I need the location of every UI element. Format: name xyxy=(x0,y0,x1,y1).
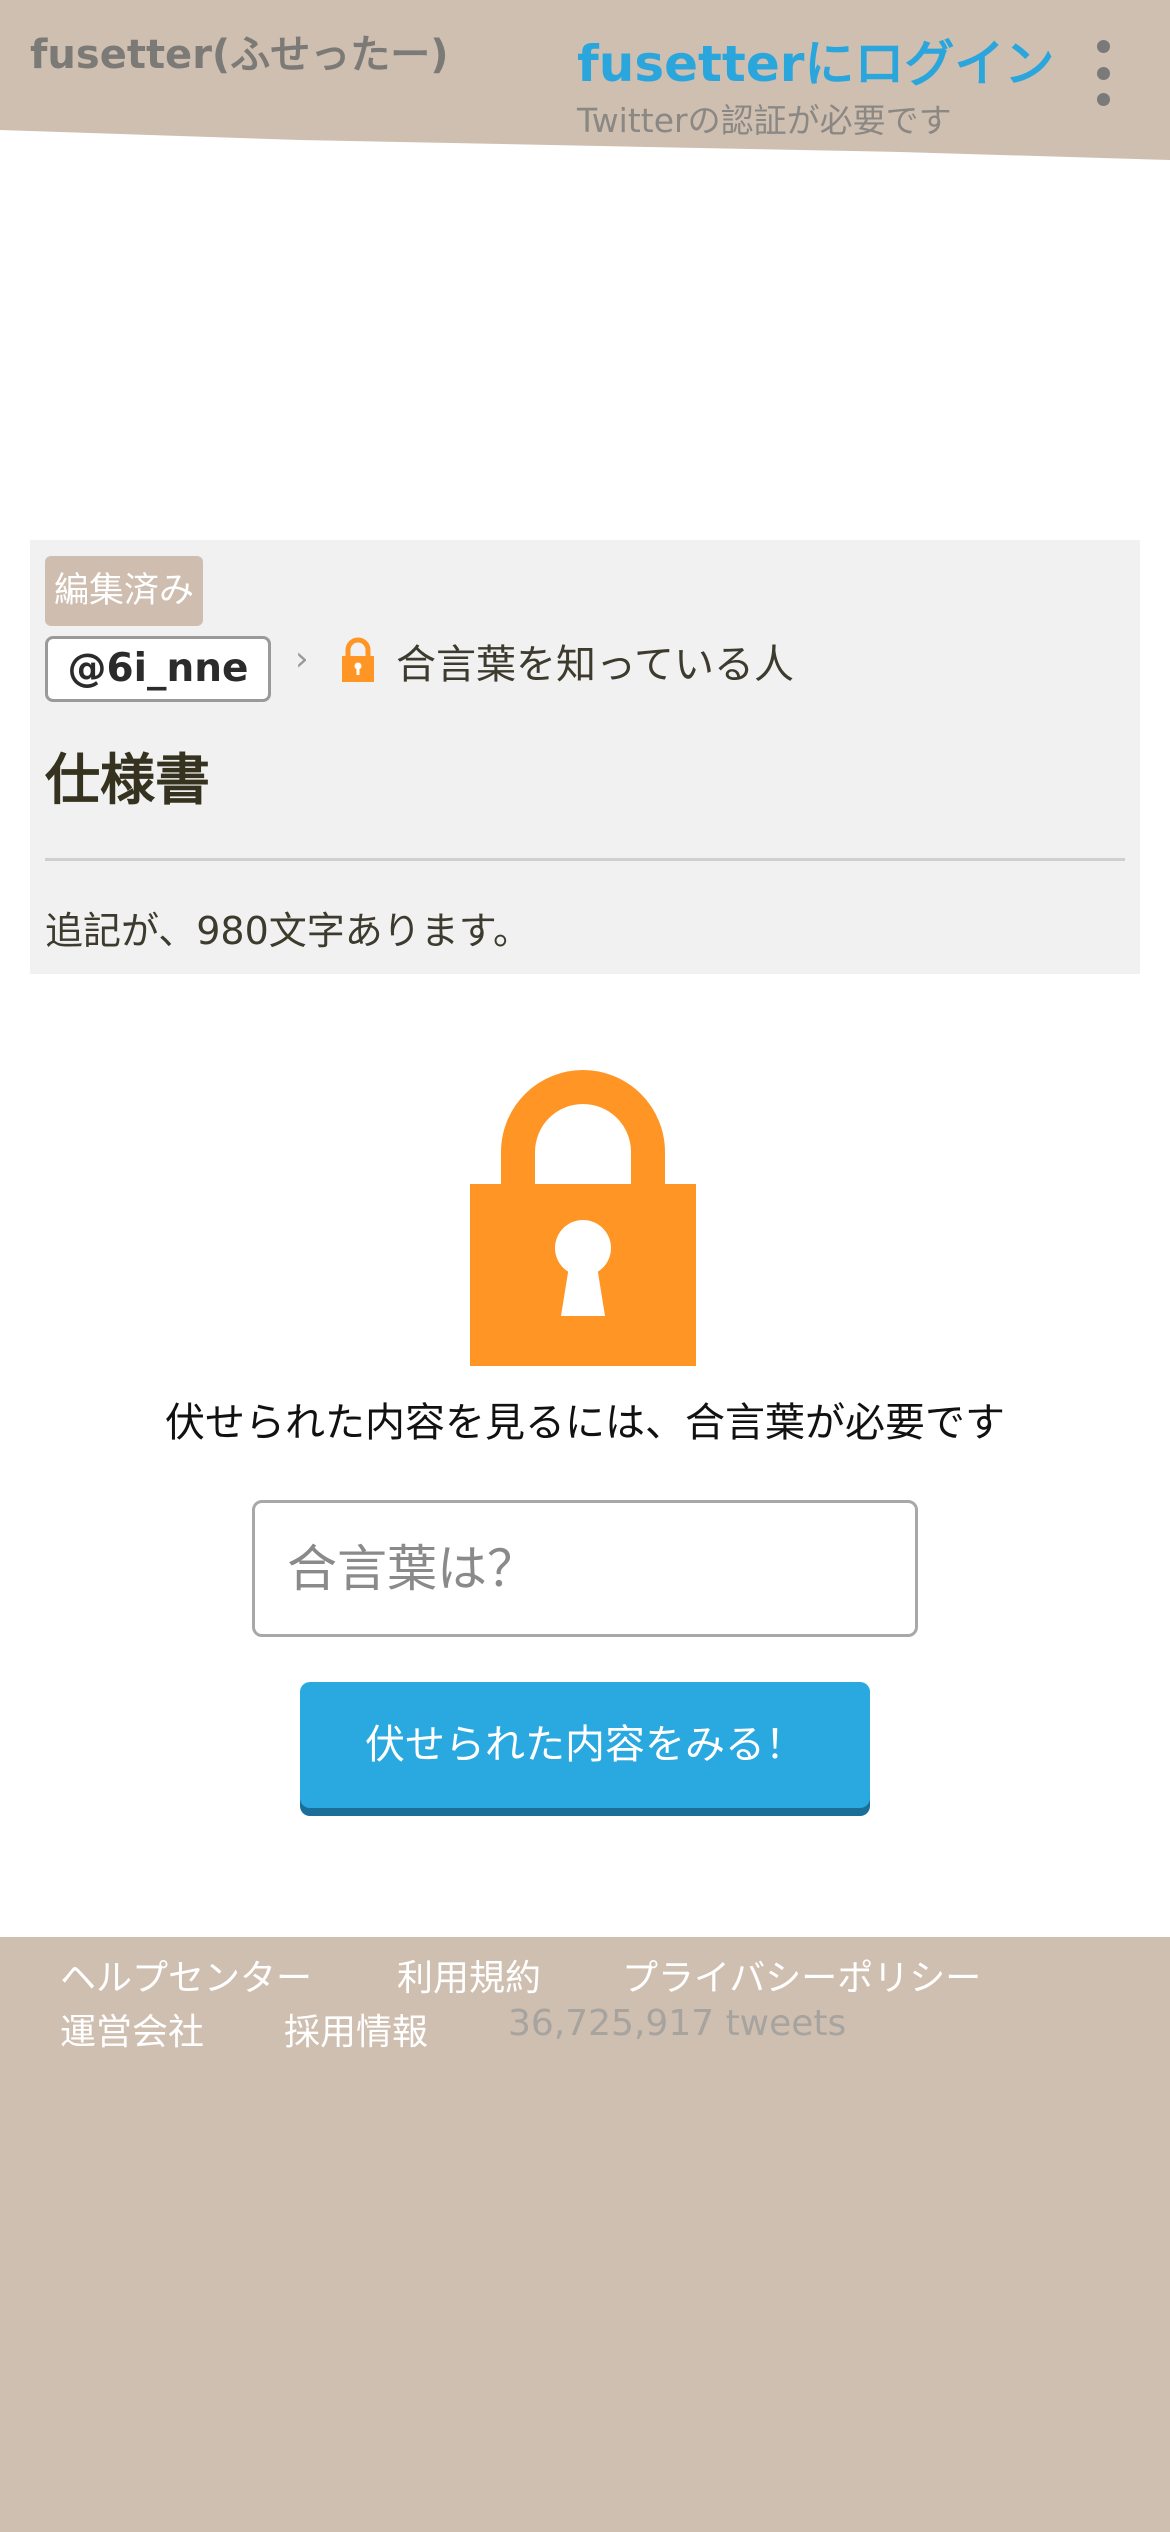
login-link[interactable]: fusetterにログイン xyxy=(577,24,1054,96)
footer-link-privacy[interactable]: プライバシーポリシー xyxy=(622,1949,981,2001)
post-title: 仕様書 xyxy=(45,748,211,812)
password-input[interactable] xyxy=(252,1500,918,1637)
footer-link-company[interactable]: 運営会社 xyxy=(60,2003,204,2055)
site-header: fusetter(ふせったー) fusetterにログイン Twitterの認証… xyxy=(0,0,1170,170)
post-card: 編集済み @6i_nne › 合言葉を知っている人 仕様書 追記が、980文字あ… xyxy=(30,540,1140,974)
reveal-content-button[interactable]: 伏せられた内容をみる！ xyxy=(300,1682,870,1808)
footer-link-careers[interactable]: 採用情報 xyxy=(284,2003,428,2055)
postscript-note: 追記が、980文字あります。 xyxy=(45,909,531,953)
footer-link-terms[interactable]: 利用規約 xyxy=(397,1949,541,2001)
site-footer: ヘルプセンター 利用規約 プライバシーポリシー 運営会社 採用情報 36,725… xyxy=(0,1937,1170,2532)
footer-link-help-center[interactable]: ヘルプセンター xyxy=(60,1949,312,2001)
lock-icon xyxy=(342,637,374,682)
chevron-right-icon: › xyxy=(295,639,309,679)
audience-label: 合言葉を知っている人 xyxy=(396,642,794,688)
user-link[interactable]: @6i_nne xyxy=(45,636,271,702)
site-title[interactable]: fusetter(ふせったー) xyxy=(30,22,448,80)
edited-badge: 編集済み xyxy=(45,556,204,626)
divider xyxy=(45,858,1125,861)
lock-message: 伏せられた内容を見るには、合言葉が必要です xyxy=(165,1400,1005,1446)
login-subtitle: Twitterの認証が必要です xyxy=(577,101,952,140)
padlock-icon xyxy=(470,1070,696,1366)
more-vertical-icon[interactable] xyxy=(1086,40,1120,106)
tweet-count: 36,725,917 tweets xyxy=(508,2003,847,2044)
